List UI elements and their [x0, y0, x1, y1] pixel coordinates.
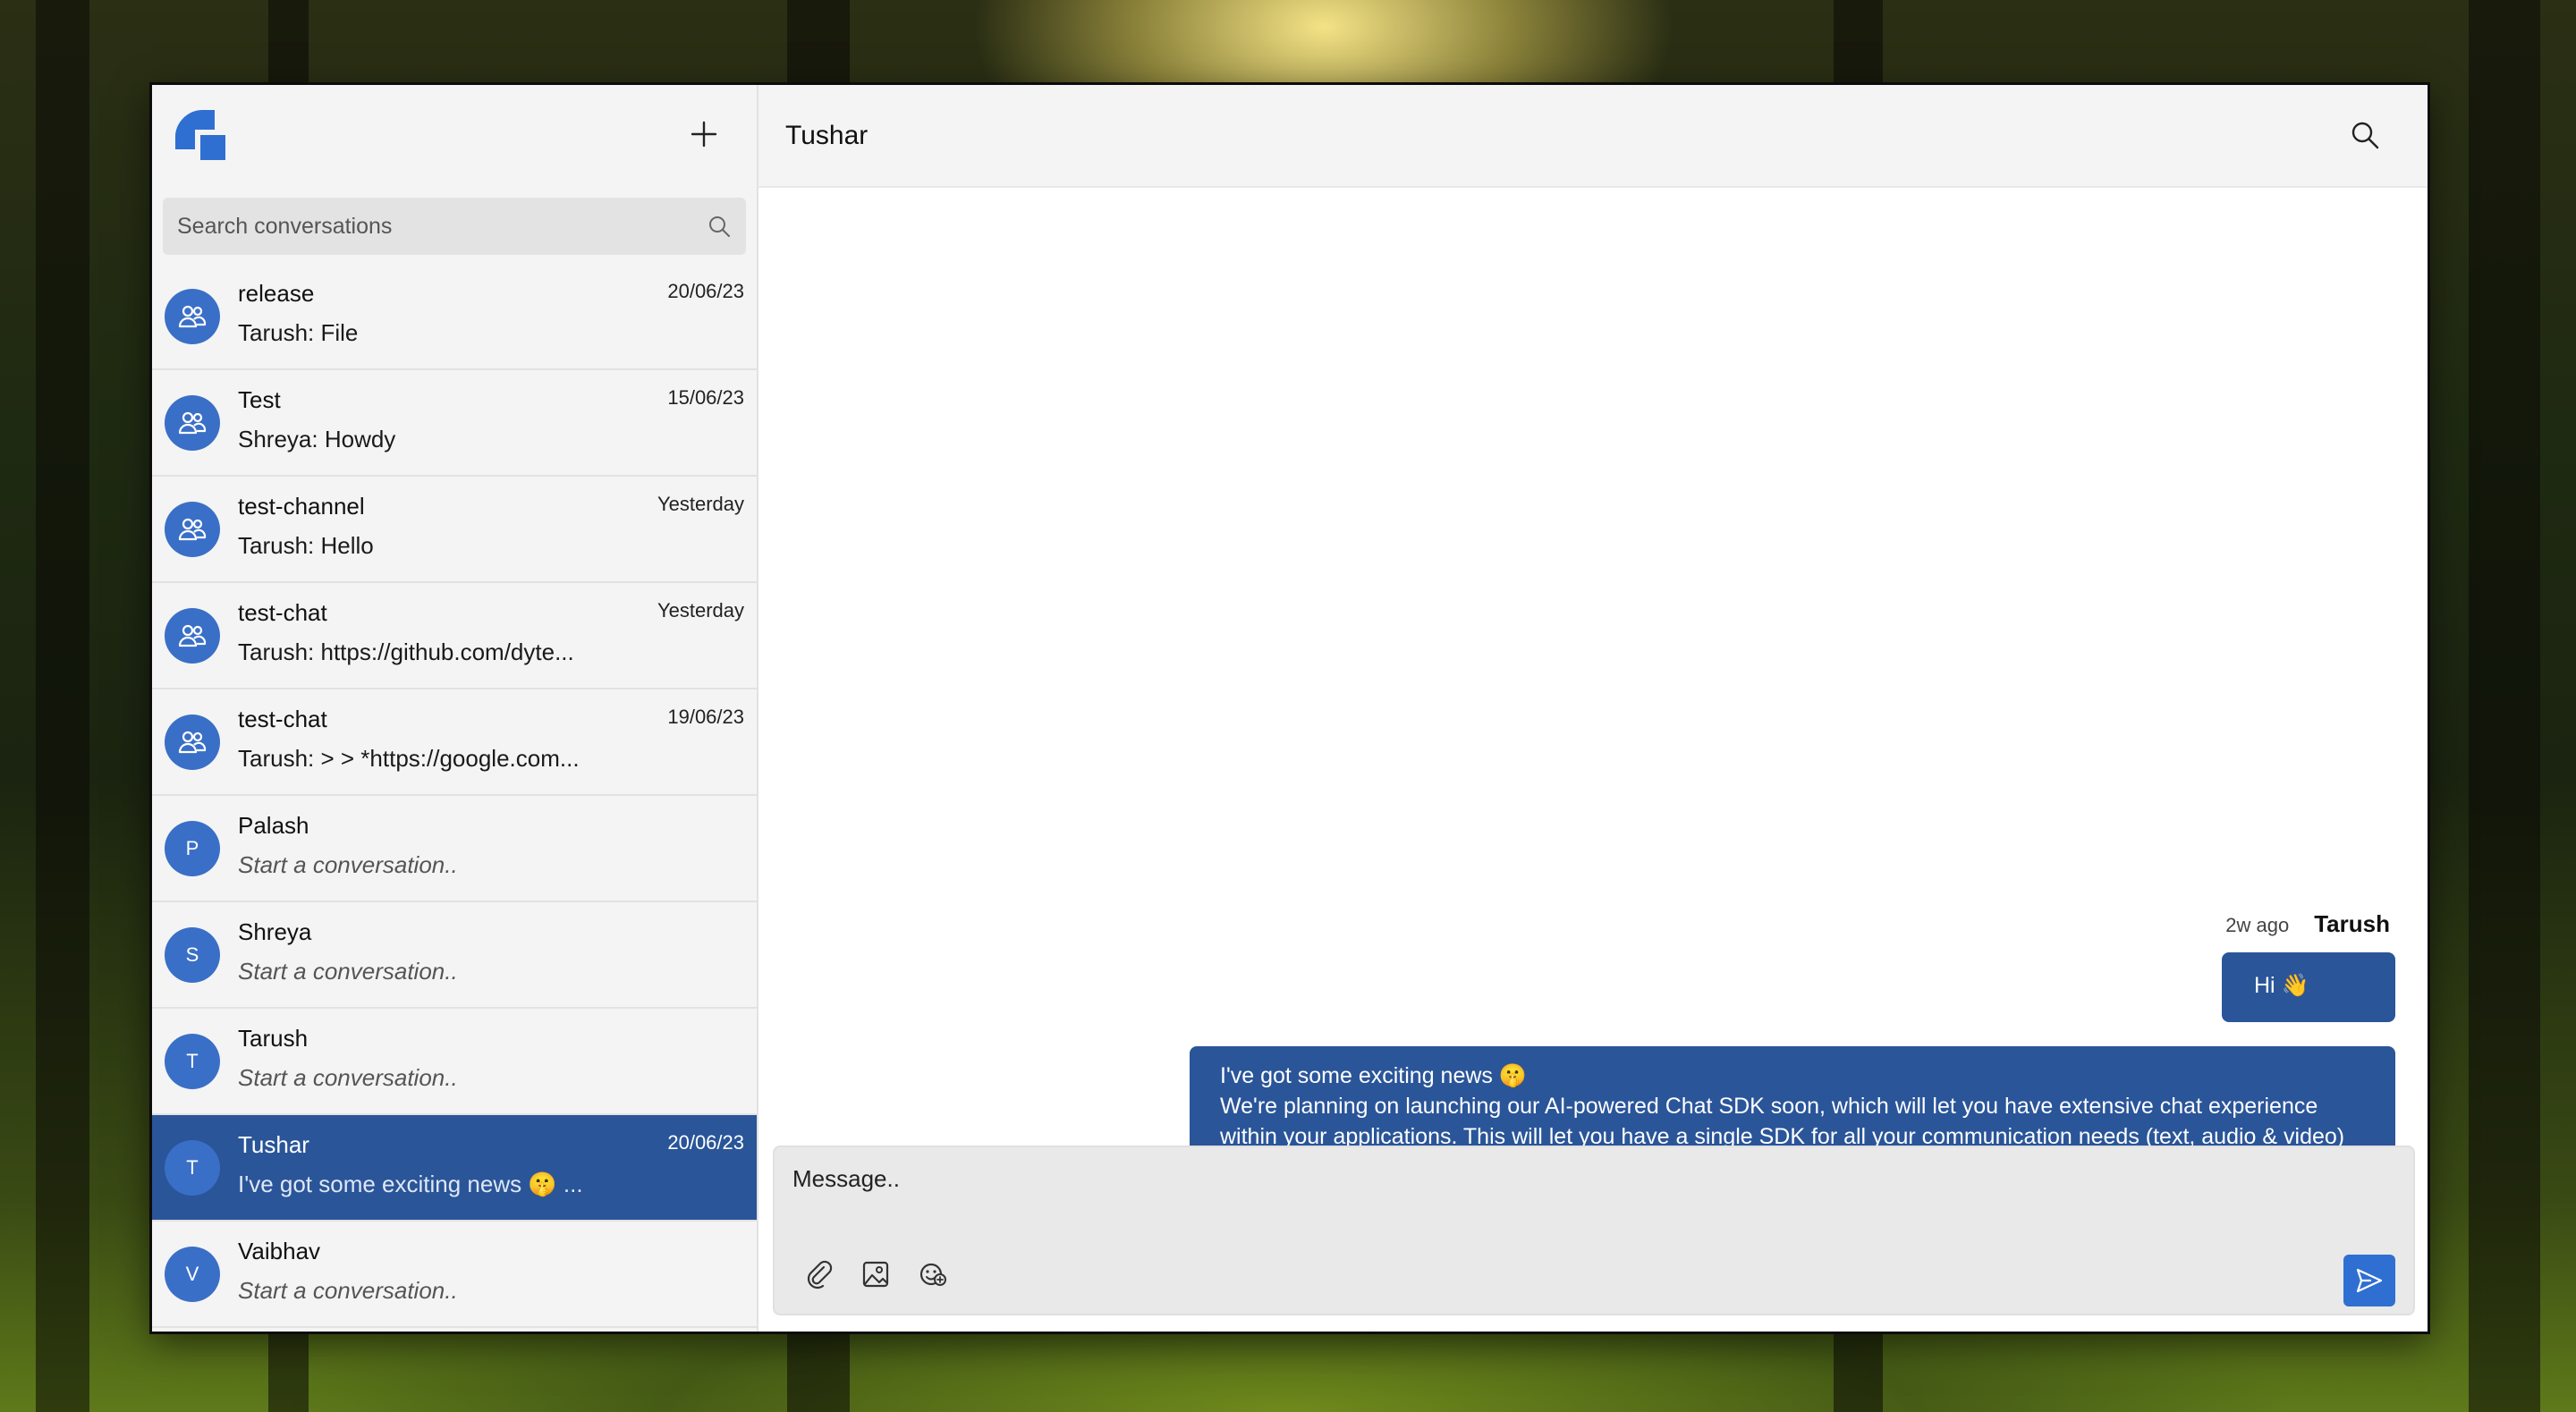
conversation-name: test-chat	[238, 706, 327, 732]
conversation-name: Tarush	[238, 1025, 309, 1052]
conversation-preview: Tarush: Hello	[238, 532, 374, 559]
conversation-date: Yesterday	[657, 599, 744, 621]
message-bubble[interactable]: Hi 👋	[2222, 952, 2395, 1022]
search-icon[interactable]	[2347, 117, 2383, 153]
message-text: I've got some exciting news 🤫	[1220, 1063, 1527, 1088]
search-icon[interactable]	[707, 214, 732, 239]
conversation-item[interactable]: release 20/06/23 Tarush: File	[152, 264, 757, 370]
conversation-item[interactable]: test-chat Yesterday Tarush: https://github…	[152, 583, 757, 689]
conversation-preview: Tarush: File	[238, 319, 359, 346]
conversation-item[interactable]: V Vaibhav Start a conversation..	[152, 1222, 757, 1328]
conversation-search[interactable]	[163, 198, 746, 255]
conversation-name: Tushar	[238, 1131, 309, 1158]
conversation-name: Vaibhav	[238, 1238, 321, 1264]
group-icon	[178, 305, 207, 327]
chat-header: Tushar	[758, 85, 2428, 188]
plus-icon	[691, 121, 717, 148]
conversation-item[interactable]: T Tushar 20/06/23 I've got some exciting ne…	[152, 1115, 757, 1222]
conversation-item[interactable]: T Tarush Start a conversation..	[152, 1009, 757, 1115]
sidebar: release 20/06/23 Tarush: File Test 15/06/23 S…	[152, 85, 758, 1332]
conversation-date: 19/06/23	[667, 706, 744, 728]
chat-panel: Tushar 2w ago Tarush Hi 👋 I've got some …	[758, 85, 2428, 1332]
chat-app-window: release 20/06/23 Tarush: File Test 15/06/23 S…	[152, 85, 2428, 1332]
avatar: T	[165, 1033, 220, 1089]
conversation-date: 20/06/23	[667, 1131, 744, 1154]
avatar: V	[165, 1246, 220, 1302]
conversation-name: release	[238, 280, 315, 307]
conversation-item[interactable]: S Shreya Start a conversation..	[152, 902, 757, 1009]
message-meta: 2w ago Tarush	[2225, 910, 2390, 938]
app-logo-icon	[175, 110, 225, 160]
group-icon	[178, 411, 207, 434]
conversation-item[interactable]: test-channel Yesterday Tarush: Hello	[152, 477, 757, 583]
avatar	[165, 394, 220, 451]
background-trunk	[2469, 0, 2540, 1412]
conversation-name: Palash	[238, 812, 309, 839]
emoji-button[interactable]	[915, 1256, 951, 1292]
avatar	[165, 288, 220, 344]
conversation-name: Test	[238, 386, 281, 413]
conversation-name: test-channel	[238, 493, 365, 520]
conversation-date: 20/06/23	[667, 280, 744, 302]
conversation-name: test-chat	[238, 599, 327, 626]
conversation-date: 15/06/23	[667, 386, 744, 409]
emoji-icon	[919, 1263, 946, 1286]
image-icon	[862, 1261, 889, 1288]
conversation-item[interactable]: P Palash Start a conversation..	[152, 796, 757, 902]
message-text: Hi 👋	[2254, 973, 2309, 998]
attach-image-button[interactable]	[858, 1256, 894, 1292]
message-input[interactable]	[792, 1165, 2313, 1210]
send-button[interactable]	[2343, 1255, 2395, 1306]
avatar	[165, 714, 220, 770]
background-trunk	[36, 0, 89, 1412]
new-conversation-button[interactable]	[682, 112, 726, 156]
message-list: 2w ago Tarush Hi 👋 I've got some excitin…	[758, 188, 2428, 1205]
conversation-date: Yesterday	[657, 493, 744, 515]
conversation-preview: Shreya: Howdy	[238, 426, 396, 452]
conversation-preview: Start a conversation..	[238, 851, 458, 878]
conversation-name: Shreya	[238, 918, 312, 945]
avatar: T	[165, 1139, 220, 1196]
attachment-icon	[807, 1260, 833, 1289]
send-icon	[2356, 1268, 2383, 1293]
conversation-item[interactable]: Test 15/06/23 Shreya: Howdy	[152, 370, 757, 477]
search-conversations-input[interactable]	[177, 213, 707, 240]
conversation-item[interactable]: test-chat 19/06/23 Tarush: > > *https://go…	[152, 689, 757, 796]
message-timestamp: 2w ago	[2225, 914, 2290, 936]
group-icon	[178, 518, 207, 540]
message-text: We're planning on launching our AI-power…	[1220, 1094, 2345, 1149]
sidebar-header	[152, 85, 757, 188]
chat-title: Tushar	[785, 121, 869, 150]
group-icon	[178, 731, 207, 753]
conversation-list: release 20/06/23 Tarush: File Test 15/06/23 S…	[152, 264, 757, 1328]
conversation-preview: Start a conversation..	[238, 1277, 458, 1304]
avatar	[165, 501, 220, 557]
avatar: P	[165, 820, 220, 876]
message-composer	[773, 1146, 2415, 1315]
conversation-preview: Tarush: > > *https://google.com...	[238, 745, 580, 772]
message-sender: Tarush	[2314, 910, 2390, 937]
avatar	[165, 607, 220, 664]
conversation-preview: Start a conversation..	[238, 958, 458, 985]
attach-file-button[interactable]	[801, 1256, 837, 1292]
conversation-preview: Start a conversation..	[238, 1064, 458, 1091]
conversation-preview: I've got some exciting news 🤫 ...	[238, 1171, 583, 1197]
conversation-preview: Tarush: https://github.com/dyte...	[238, 638, 574, 665]
group-icon	[178, 624, 207, 647]
avatar: S	[165, 926, 220, 983]
